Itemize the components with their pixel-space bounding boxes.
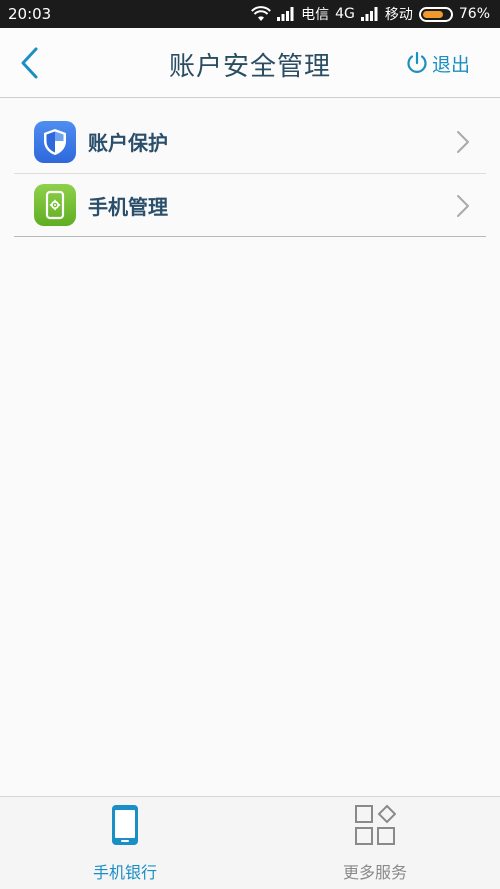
tab-label: 更多服务: [342, 863, 407, 882]
menu-list: 账户保护 手机管理: [14, 110, 486, 237]
wifi-icon: [251, 6, 272, 21]
menu-item-label: 账户保护: [88, 131, 168, 155]
tab-bar: 手机银行 更多服务: [0, 796, 500, 889]
menu-item-label: 手机管理: [88, 194, 168, 219]
tab-mobile-banking[interactable]: 手机银行: [0, 797, 250, 889]
battery-level-fill: [422, 10, 443, 18]
logout-label: 退出: [431, 53, 470, 76]
signal-icon: [277, 7, 294, 21]
chevron-right-icon: [457, 131, 469, 153]
tab-more-services[interactable]: 更多服务: [250, 797, 500, 889]
battery-icon: [418, 6, 453, 22]
carrier-1: 电信: [301, 7, 330, 23]
phone-settings-icon: [34, 184, 76, 226]
menu-item-account-protection[interactable]: 账户保护: [14, 110, 486, 173]
menu-item-phone-management[interactable]: 手机管理: [14, 173, 486, 236]
status-time: 20:03: [8, 5, 52, 23]
shield-icon: [34, 120, 76, 163]
battery-percent: 76%: [458, 6, 490, 22]
grid-icon: [353, 803, 397, 847]
status-bar: 20:03 电信 4G 移动 76%: [0, 0, 500, 28]
network-type: 4G: [335, 6, 355, 22]
chevron-right-icon: [457, 195, 469, 217]
carrier-2: 移动: [384, 7, 413, 23]
nav-bar: 账户安全管理 退出: [0, 28, 500, 98]
signal-icon: [360, 7, 378, 21]
status-indicators: 电信 4G 移动 76%: [251, 4, 490, 24]
logout-button[interactable]: 退出: [405, 48, 470, 78]
tab-label: 手机银行: [92, 863, 157, 882]
mobile-phone-icon: [103, 803, 147, 847]
power-icon: [407, 51, 427, 73]
